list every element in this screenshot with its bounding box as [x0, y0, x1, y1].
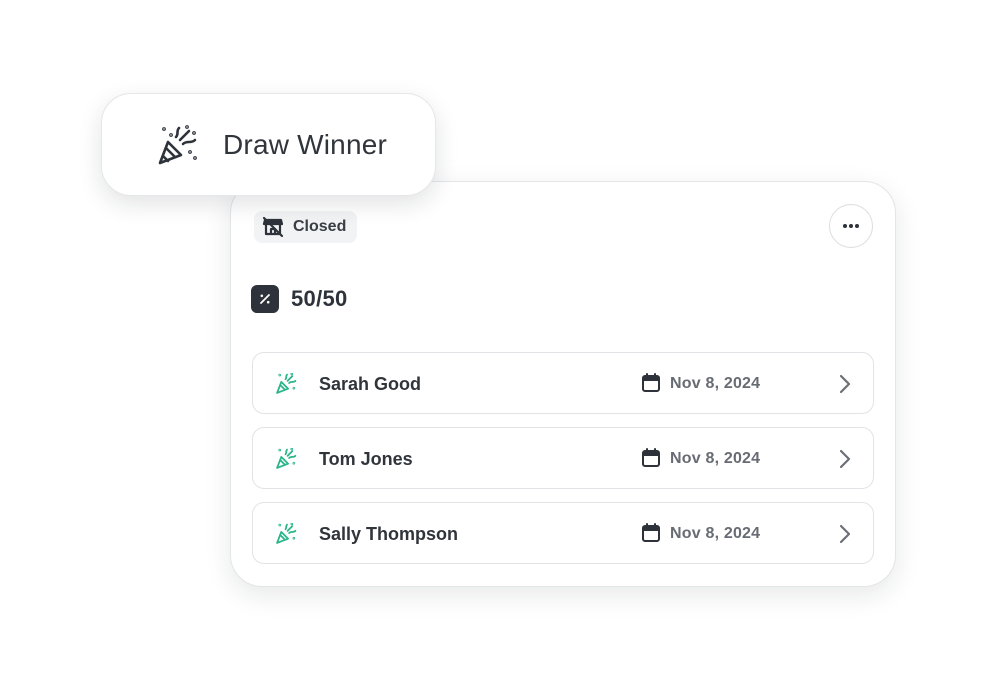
party-popper-icon — [276, 523, 297, 544]
draw-winner-button[interactable]: Draw Winner — [101, 93, 436, 196]
draw-winner-label: Draw Winner — [223, 129, 388, 160]
raffle-card: Closed 50/50 Sarah Good Nov 8, 2024 Tom … — [230, 181, 896, 587]
winner-name: Sally Thompson — [319, 524, 459, 544]
winner-date: Nov 8, 2024 — [670, 375, 761, 392]
more-options-button[interactable] — [829, 204, 873, 248]
more-horizontal-icon — [843, 224, 859, 228]
winner-name: Sarah Good — [319, 374, 422, 394]
winner-name: Tom Jones — [319, 449, 413, 469]
party-popper-icon — [276, 373, 297, 394]
winner-date: Nov 8, 2024 — [670, 450, 761, 467]
percent-icon — [251, 285, 279, 313]
chevron-right-icon — [839, 524, 851, 544]
raffle-title-row: 50/50 — [251, 285, 348, 313]
winner-row[interactable]: Sally Thompson Nov 8, 2024 — [252, 502, 874, 564]
chevron-right-icon — [839, 449, 851, 469]
party-popper-icon — [158, 125, 197, 165]
winner-row[interactable]: Tom Jones Nov 8, 2024 — [252, 427, 874, 489]
raffle-title: 50/50 — [291, 286, 348, 311]
store-closed-icon — [262, 216, 284, 238]
calendar-icon — [642, 523, 660, 542]
chevron-right-icon — [839, 374, 851, 394]
winner-date: Nov 8, 2024 — [670, 525, 761, 542]
calendar-icon — [642, 448, 660, 467]
status-badge: Closed — [254, 211, 358, 243]
calendar-icon — [642, 373, 660, 392]
winner-row[interactable]: Sarah Good Nov 8, 2024 — [252, 352, 874, 414]
party-popper-icon — [276, 448, 297, 469]
status-label: Closed — [293, 218, 347, 235]
